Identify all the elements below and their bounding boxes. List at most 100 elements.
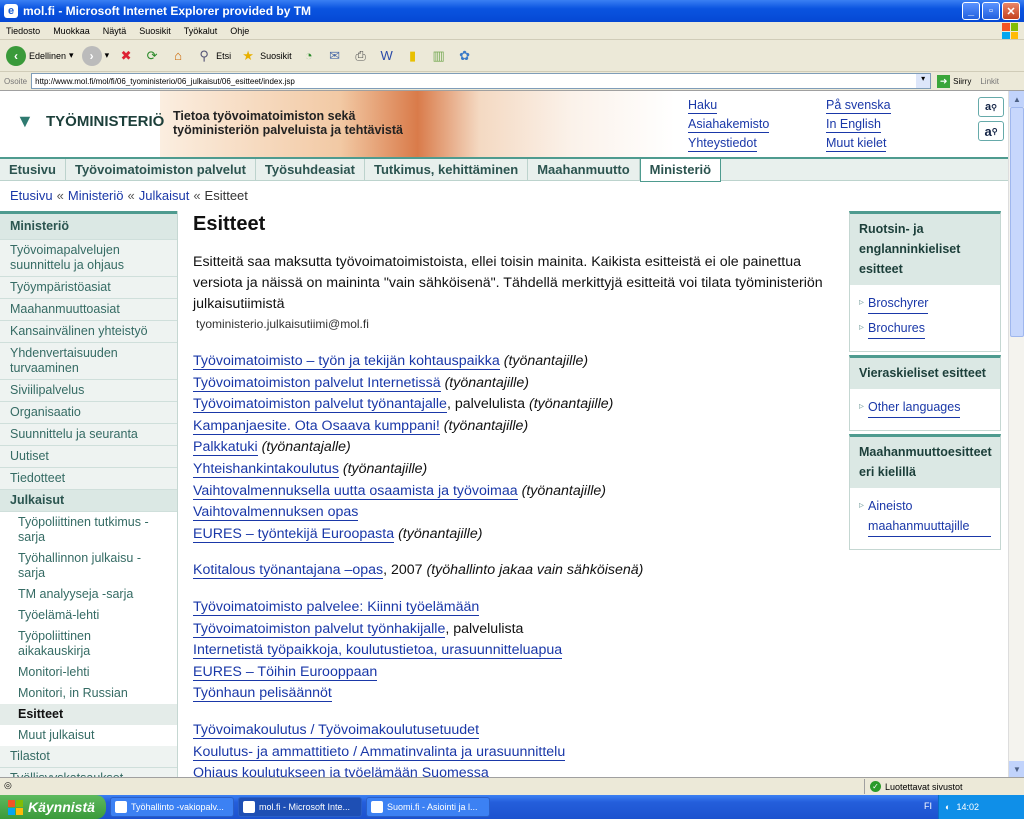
vertical-scrollbar[interactable]: ▲ ▼ <box>1008 91 1024 777</box>
publication-link[interactable]: Kotitalous työnantajana –opas <box>193 562 384 580</box>
forward-button[interactable]: › ▾ <box>81 45 110 66</box>
sidebar-item[interactable]: Organisaatio <box>0 402 177 424</box>
forward-dropdown-icon[interactable]: ▾ <box>105 50 110 61</box>
nav-tab[interactable]: Ministeriö <box>639 159 722 182</box>
header-link[interactable]: In English <box>826 116 881 133</box>
research-icon[interactable]: ▥ <box>430 47 448 65</box>
sidebar-section[interactable]: Julkaisut <box>0 490 177 512</box>
minimize-button[interactable]: _ <box>962 2 980 20</box>
network-icon[interactable]: ◐ <box>945 802 950 812</box>
refresh-icon[interactable]: ⟳ <box>143 47 161 65</box>
publication-link[interactable]: Työvoimatoimiston palvelut työnantajalle <box>193 396 447 414</box>
publication-link[interactable]: EURES – työntekijä Euroopasta <box>193 525 395 543</box>
sidebar-subitem[interactable]: Muut julkaisut <box>0 725 177 746</box>
stop-icon[interactable]: ✖ <box>117 47 135 65</box>
right-box-link[interactable]: ▹ Aineisto maahanmuuttajille <box>859 496 991 537</box>
right-box-link[interactable]: ▹ Broschyrer <box>859 293 991 314</box>
sidebar-subitem[interactable]: Työelämä-lehti <box>0 605 177 626</box>
font-larger-button[interactable]: a ⚲ <box>978 121 1004 141</box>
nav-tab[interactable]: Työsuhdeasiat <box>256 159 365 181</box>
menu-item[interactable]: Suosikit <box>139 26 171 36</box>
window-titlebar[interactable]: e mol.fi - Microsoft Internet Explorer p… <box>0 0 1024 22</box>
nav-tab[interactable]: Tutkimus, kehittäminen <box>365 159 529 181</box>
sidebar-subitem[interactable]: TM analyyseja -sarja <box>0 584 177 605</box>
scroll-down-icon[interactable]: ▼ <box>1009 761 1024 777</box>
menu-item[interactable]: Muokkaa <box>53 26 90 36</box>
header-link[interactable]: Yhteystiedot <box>688 135 757 152</box>
sidebar-item[interactable]: Tilastot <box>0 746 177 768</box>
sidebar-item[interactable]: Yhdenvertaisuuden turvaaminen <box>0 343 177 380</box>
menu-item[interactable]: Työkalut <box>184 26 218 36</box>
breadcrumb-link[interactable]: Etusivu <box>10 188 53 203</box>
links-button[interactable]: Linkit <box>980 77 999 86</box>
publication-link[interactable]: EURES – Töihin Eurooppaan <box>193 663 378 681</box>
publication-link[interactable]: Vaihtovalmennuksella uutta osaamista ja … <box>193 482 518 500</box>
menu-item[interactable]: Tiedosto <box>6 26 40 36</box>
publication-link[interactable]: Työvoimatoimiston palvelut työnhakijalle <box>193 620 446 638</box>
publication-link[interactable]: Palkkatuki <box>193 439 258 457</box>
taskbar-task[interactable]: mol.fi - Microsoft Inte... <box>238 797 362 817</box>
header-link[interactable]: På svenska <box>826 97 891 114</box>
breadcrumb-link[interactable]: Ministeriö <box>68 188 124 203</box>
site-logo[interactable]: ▼ TYÖMINISTERIÖ <box>16 111 164 131</box>
header-link[interactable]: Muut kielet <box>826 135 887 152</box>
address-dropdown-icon[interactable]: ▾ <box>916 74 931 88</box>
sidebar-subitem[interactable]: Työpoliittinen aikakauskirja <box>0 626 177 662</box>
sidebar-item[interactable]: Maahanmuuttoasiat <box>0 299 177 321</box>
menu-item[interactable]: Näytä <box>103 26 127 36</box>
publication-link[interactable]: Työnhaun pelisäännöt <box>193 685 332 703</box>
favorites-button[interactable]: ★ Suosikit <box>239 47 291 65</box>
sidebar-item[interactable]: Suunnittelu ja seuranta <box>0 424 177 446</box>
sidebar-item[interactable]: Uutiset <box>0 446 177 468</box>
maximize-button[interactable]: ▫ <box>982 2 1000 20</box>
search-button[interactable]: ⚲ Etsi <box>195 47 231 65</box>
sidebar-subitem[interactable]: Esitteet <box>0 704 177 725</box>
go-button[interactable]: ➜ Siirry <box>937 74 971 88</box>
address-input[interactable]: http://www.mol.fi/mol/fi/06_tyoministeri… <box>31 73 932 89</box>
sidebar-subitem[interactable]: Työpoliittinen tutkimus -sarja <box>0 512 177 548</box>
messenger-icon[interactable]: ✿ <box>456 47 474 65</box>
note-icon[interactable]: ▮ <box>404 47 422 65</box>
font-smaller-button[interactable]: a ⚲ <box>978 97 1004 117</box>
publication-link[interactable]: Yhteishankintakoulutus <box>193 460 339 478</box>
start-button[interactable]: Käynnistä <box>0 795 106 819</box>
sidebar-subitem[interactable]: Monitori, in Russian <box>0 683 177 704</box>
header-link[interactable]: Haku <box>688 97 718 114</box>
nav-tab[interactable]: Etusivu <box>0 159 66 181</box>
right-box-link[interactable]: ▹ Other languages <box>859 397 991 418</box>
publication-link[interactable]: Työvoimakoulutus / Työvoimakoulutusetuud… <box>193 721 480 739</box>
publication-link[interactable]: Työvoimatoimiston palvelut Internetissä <box>193 374 441 392</box>
sidebar-item[interactable]: Työvoimapalvelujen suunnittelu ja ohjaus <box>0 240 177 277</box>
sidebar-item[interactable]: Siviilipalvelus <box>0 380 177 402</box>
sidebar-subitem[interactable]: Työhallinnon julkaisu -sarja <box>0 548 177 584</box>
sidebar-item[interactable]: Kansainvälinen yhteistyö <box>0 321 177 343</box>
sidebar-item[interactable]: Tiedotteet <box>0 468 177 490</box>
back-button[interactable]: ‹ Edellinen ▾ <box>6 45 74 66</box>
menu-item[interactable]: Ohje <box>230 26 249 36</box>
close-button[interactable]: ✕ <box>1002 2 1020 20</box>
publication-link[interactable]: Internetistä työpaikkoja, koulutustietoa… <box>193 642 563 660</box>
publication-link[interactable]: Työvoimatoimisto – työn ja tekijän kohta… <box>193 353 500 370</box>
nav-tab[interactable]: Maahanmuutto <box>528 159 640 181</box>
breadcrumb-link[interactable]: Julkaisut <box>139 188 190 203</box>
sidebar-heading[interactable]: Ministeriö <box>0 211 177 240</box>
edit-word-icon[interactable]: W <box>378 47 396 65</box>
language-indicator[interactable]: FI <box>924 801 932 811</box>
back-dropdown-icon[interactable]: ▾ <box>69 50 74 61</box>
sidebar-item[interactable]: Työllisyyskatsaukset <box>0 768 177 777</box>
publication-link[interactable]: Ohjaus koulutukseen ja työelämään Suomes… <box>193 765 489 777</box>
publication-link[interactable]: Vaihtovalmennuksen opas <box>193 504 359 522</box>
header-link[interactable]: Asiahakemisto <box>688 116 770 133</box>
taskbar-task[interactable]: Työhallinto -vakiopalv... <box>110 797 234 817</box>
sidebar-item[interactable]: Työympäristöasiat <box>0 277 177 299</box>
sidebar-subitem[interactable]: Monitori-lehti <box>0 662 177 683</box>
history-icon[interactable]: ◔ <box>300 47 318 65</box>
publication-link[interactable]: Koulutus- ja ammattitieto / Ammatinvalin… <box>193 743 566 761</box>
mail-icon[interactable]: ✉ <box>326 47 344 65</box>
print-icon[interactable]: ⎙ <box>352 47 370 65</box>
scroll-up-icon[interactable]: ▲ <box>1009 91 1024 107</box>
publication-link[interactable]: Työvoimatoimisto palvelee: Kiinni työelä… <box>193 598 480 616</box>
taskbar-task[interactable]: Suomi.fi - Asiointi ja l... <box>366 797 490 817</box>
right-box-link[interactable]: ▹ Brochures <box>859 318 991 339</box>
publication-link[interactable]: Kampanjaesite. Ota Osaava kumppani! <box>193 417 440 435</box>
